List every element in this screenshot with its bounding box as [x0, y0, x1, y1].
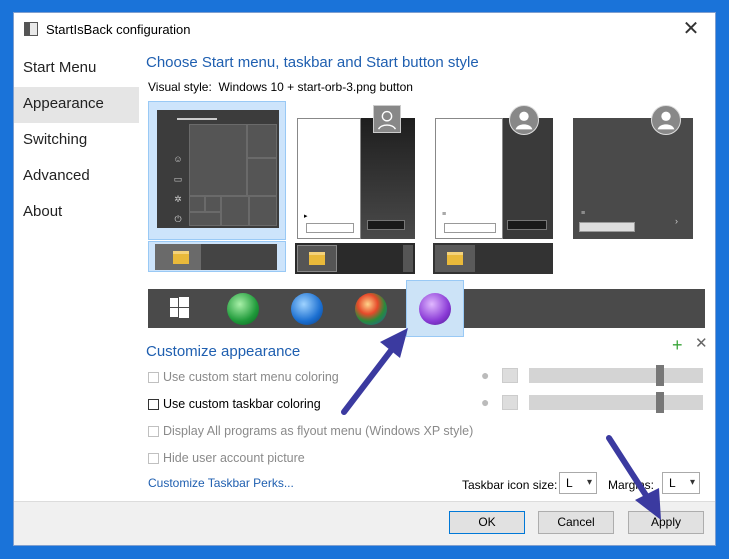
- start-button-clover[interactable]: [214, 290, 272, 327]
- sidebar-item-start-menu[interactable]: Start Menu: [14, 51, 139, 87]
- ok-button[interactable]: OK: [449, 511, 525, 534]
- settings-icon: ✲: [174, 194, 182, 204]
- chevron-right-icon: ›: [675, 216, 678, 226]
- start-menu-style-win8[interactable]: ≡: [433, 105, 553, 239]
- arrow-glyph: ▸: [304, 213, 308, 220]
- start-button-windows10[interactable]: [150, 290, 208, 327]
- win7-menu-white: ▸: [297, 118, 361, 239]
- user-icon: [373, 105, 401, 133]
- windows7-orb-icon: [291, 292, 323, 325]
- style-heading: Choose Start menu, taskbar and Start but…: [146, 54, 479, 71]
- taskbar-opacity-slider[interactable]: [529, 392, 703, 413]
- option-label: Display All programs as flyout menu (Win…: [163, 424, 474, 438]
- visual-style-label: Visual style: Windows 10 + start-orb-3.p…: [148, 80, 413, 94]
- start-button-win7[interactable]: [278, 290, 336, 327]
- option-custom-start-menu-coloring[interactable]: Use custom start menu coloring: [148, 370, 339, 384]
- list-glyph: ≡: [442, 211, 447, 218]
- win7-menu-right: [361, 118, 415, 239]
- search-box-preview: [579, 222, 635, 232]
- app-icon: [24, 22, 38, 36]
- remove-icon[interactable]: ✕: [695, 334, 708, 352]
- classic-menu-preview: ≡ ›: [573, 118, 693, 239]
- tile: [189, 124, 247, 196]
- taskbar-color-swatch[interactable]: [502, 395, 518, 410]
- taskbar-style-3[interactable]: [433, 243, 553, 274]
- shutdown-bar-preview: [367, 220, 405, 230]
- search-box-preview: [306, 223, 354, 233]
- checkbox[interactable]: [148, 372, 159, 384]
- tile: [221, 196, 249, 226]
- option-custom-taskbar-coloring[interactable]: Use custom taskbar coloring: [148, 397, 321, 411]
- checkbox[interactable]: [148, 399, 159, 411]
- customize-taskbar-perks-link[interactable]: Customize Taskbar Perks...: [148, 476, 294, 490]
- option-label: Hide user account picture: [163, 451, 305, 465]
- annotation-arrow: [606, 435, 661, 520]
- clover-orb-icon: [227, 292, 259, 325]
- annotation-arrow: [341, 328, 408, 415]
- customize-heading: Customize appearance: [146, 343, 301, 360]
- win10-menu-preview: ☺ ▭ ✲ ⏻: [157, 110, 279, 228]
- power-icon: ⏻: [174, 214, 182, 224]
- tile: [247, 158, 277, 196]
- drop-icon: ●: [481, 394, 490, 410]
- checkbox[interactable]: [148, 426, 159, 438]
- slider-thumb[interactable]: [656, 392, 664, 413]
- user-icon: ☺: [173, 154, 183, 164]
- taskbar-style-1[interactable]: [148, 241, 286, 272]
- sidebar-item-advanced[interactable]: Advanced: [14, 159, 139, 195]
- show-desktop-preview: [403, 245, 413, 272]
- explorer-icon: ▭: [173, 174, 183, 184]
- start-menu-style-win10-classic[interactable]: ≡ ›: [573, 105, 693, 239]
- visual-style-value: Windows 10 + start-orb-3.png button: [218, 80, 413, 94]
- taskbar-icon-size-label: Taskbar icon size:: [462, 478, 558, 492]
- taskbar-icon-size-select[interactable]: L ▾: [559, 472, 597, 494]
- tile: [189, 196, 205, 212]
- user-icon: [509, 105, 539, 135]
- start-menu-style-win7[interactable]: ▸: [295, 105, 415, 239]
- chevron-down-icon: ▾: [586, 477, 592, 488]
- win10-bar: [177, 118, 217, 120]
- option-hide-user-picture[interactable]: Hide user account picture: [148, 451, 305, 465]
- user-icon: [651, 105, 681, 135]
- sidebar-item-switching[interactable]: Switching: [14, 123, 139, 159]
- taskbar-preview: [155, 244, 277, 270]
- windows-logo-icon: [170, 297, 189, 318]
- plus-icon[interactable]: +: [672, 335, 683, 356]
- start-menu-color-swatch[interactable]: [502, 368, 518, 383]
- option-flyout-menu[interactable]: Display All programs as flyout menu (Win…: [148, 424, 473, 438]
- win8-menu-white: ≡: [435, 118, 503, 239]
- list-glyph: ≡: [581, 210, 586, 217]
- drop-icon: ●: [481, 367, 490, 383]
- rocket-orb-icon: [419, 292, 451, 325]
- tile: [249, 196, 277, 226]
- search-box-preview: [444, 223, 496, 233]
- start-button-strip: [148, 280, 705, 337]
- tile: [247, 124, 277, 158]
- tile: [205, 196, 221, 212]
- option-label: Use custom taskbar coloring: [163, 397, 321, 411]
- chevron-down-icon: ▾: [689, 477, 695, 488]
- folder-icon: [447, 252, 463, 265]
- option-label: Use custom start menu coloring: [163, 370, 339, 384]
- win8-menu-right: [503, 118, 553, 239]
- shutdown-bar-preview: [507, 220, 547, 230]
- slider-thumb[interactable]: [656, 365, 664, 386]
- folder-icon: [173, 251, 189, 264]
- sidebar: Start Menu Appearance Switching Advanced…: [14, 51, 139, 231]
- sidebar-item-appearance[interactable]: Appearance: [14, 87, 139, 123]
- tile: [189, 212, 221, 226]
- checkbox[interactable]: [148, 453, 159, 465]
- taskbar-style-2[interactable]: [295, 243, 415, 274]
- start-menu-opacity-slider[interactable]: [529, 365, 703, 386]
- start-menu-style-win10[interactable]: ☺ ▭ ✲ ⏻: [148, 101, 286, 240]
- folder-icon: [309, 252, 325, 265]
- sidebar-item-about[interactable]: About: [14, 195, 139, 231]
